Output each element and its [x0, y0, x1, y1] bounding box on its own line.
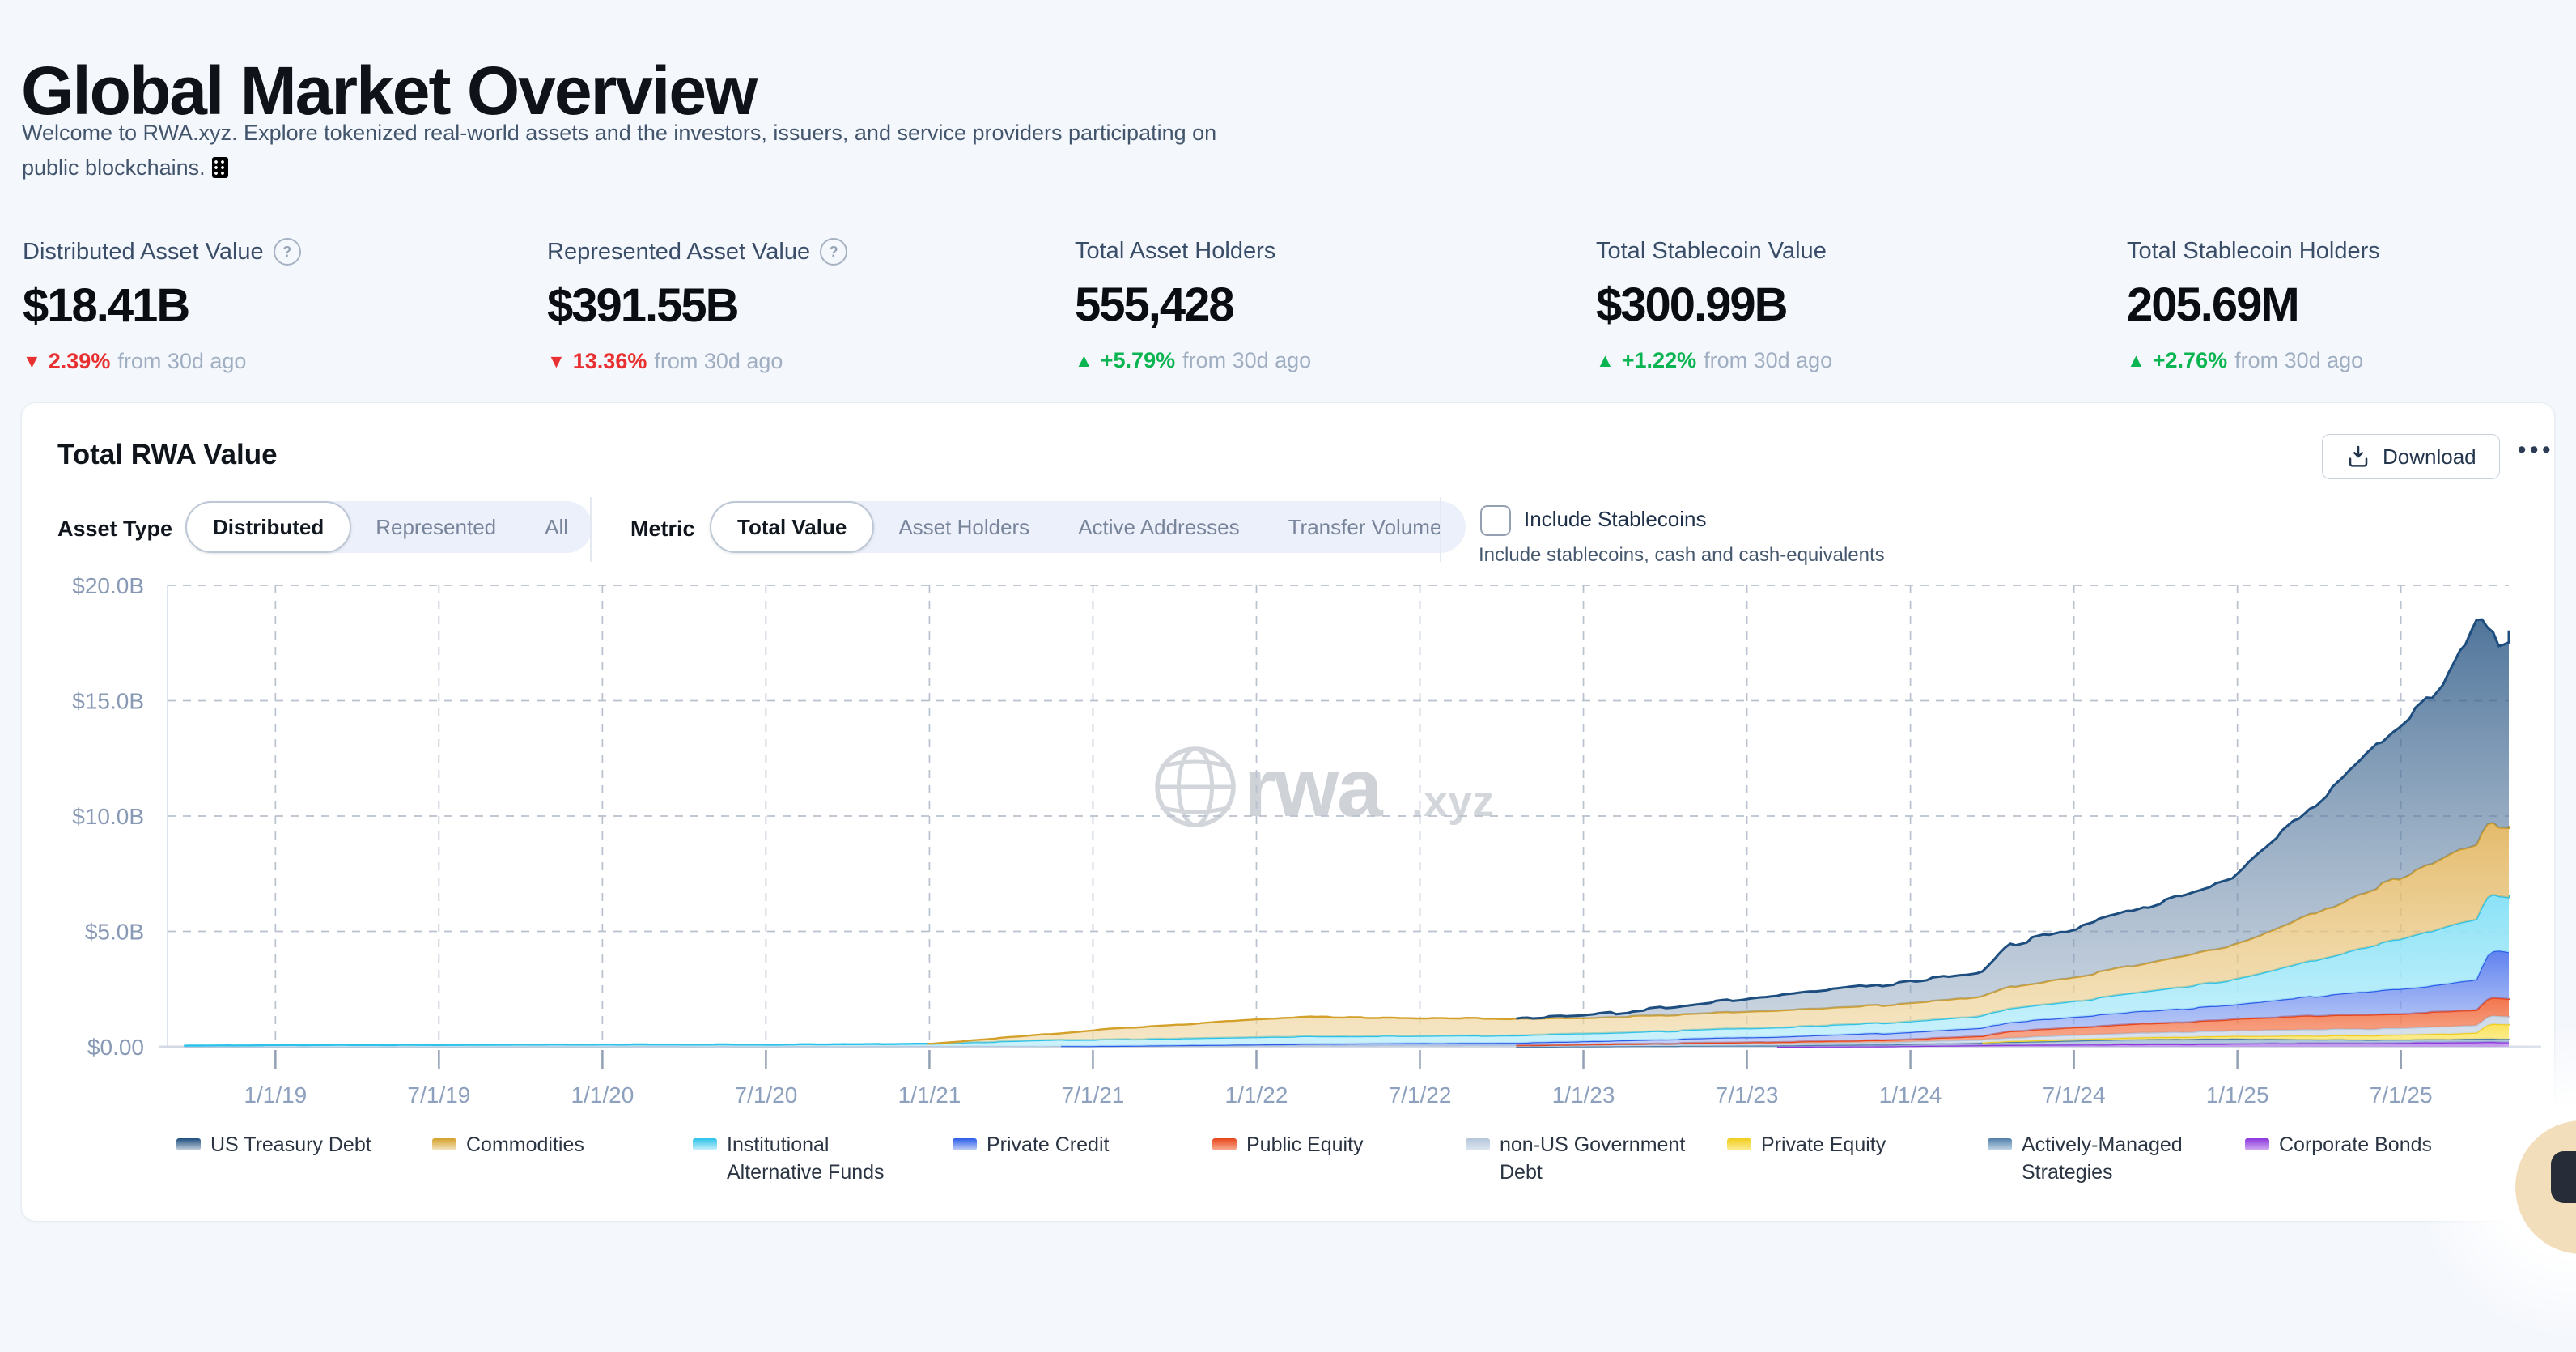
stat-value: $391.55B	[547, 278, 1049, 333]
asset-type-segmented-control: Distributed Represented All	[185, 501, 592, 553]
legend-item[interactable]: Public Equity	[1212, 1132, 1364, 1159]
delta-arrow-icon: ▼	[547, 351, 566, 372]
asset-type-label: Asset Type	[57, 517, 172, 542]
stat-delta: ▼13.36%from 30d ago	[547, 349, 1049, 374]
metric-segmented-control: Total Value Asset Holders Active Address…	[710, 501, 1466, 553]
stat-label: Total Stablecoin Value	[1596, 238, 2098, 265]
controls-divider	[1440, 497, 1441, 562]
metric-option-active-addresses[interactable]: Active Addresses	[1054, 501, 1263, 553]
legend-swatch-icon	[1988, 1138, 2012, 1150]
include-stablecoins-checkbox[interactable]	[1480, 505, 1511, 536]
stat-represented-asset-value: Represented Asset Value? $391.55B ▼13.36…	[547, 238, 1049, 374]
legend-swatch-icon	[432, 1138, 456, 1150]
card-title: Total RWA Value	[57, 439, 278, 471]
help-icon[interactable]: ?	[274, 238, 301, 266]
legend-item[interactable]: Corporate Bonds	[2245, 1132, 2432, 1159]
legend-swatch-icon	[1212, 1138, 1237, 1150]
legend-label: US Treasury Debt	[210, 1132, 371, 1159]
subtitle-line-2: public blockchains.	[22, 155, 206, 180]
stat-total-stablecoin-value: Total Stablecoin Value $300.99B ▲+1.22%f…	[1596, 238, 2098, 373]
option-label: All	[545, 515, 568, 540]
option-label: Transfer Volume	[1288, 515, 1442, 540]
include-stablecoins-description: Include stablecoins, cash and cash-equiv…	[1479, 544, 1885, 567]
asset-type-option-distributed[interactable]: Distributed	[185, 501, 351, 553]
page-subtitle: Welcome to RWA.xyz. Explore tokenized re…	[22, 116, 1216, 185]
delta-arrow-icon: ▲	[1596, 350, 1615, 372]
stat-value: 555,428	[1075, 278, 1577, 332]
delta-arrow-icon: ▲	[2127, 350, 2145, 372]
legend-swatch-icon	[693, 1138, 717, 1150]
help-icon[interactable]: ?	[820, 238, 847, 266]
asset-type-option-all[interactable]: All	[520, 501, 592, 553]
stat-delta: ▼2.39%from 30d ago	[23, 349, 524, 374]
stat-value: 205.69M	[2127, 278, 2576, 332]
stat-delta: ▲+1.22%from 30d ago	[1596, 348, 2098, 373]
legend-item[interactable]: Private Credit	[953, 1132, 1109, 1159]
option-label: Total Value	[737, 515, 847, 540]
stat-distributed-asset-value: Distributed Asset Value? $18.41B ▼2.39%f…	[23, 238, 524, 374]
stat-total-stablecoin-holders: Total Stablecoin Holders 205.69M ▲+2.76%…	[2127, 238, 2576, 373]
subtitle-line-1: Welcome to RWA.xyz. Explore tokenized re…	[22, 121, 1216, 145]
legend-swatch-icon	[176, 1138, 201, 1150]
download-icon	[2345, 444, 2371, 470]
legend-label: non-US Government Debt	[1500, 1132, 1690, 1186]
legend-item[interactable]: Actively-Managed Strategies	[1988, 1132, 2212, 1186]
stat-delta: ▲+5.79%from 30d ago	[1075, 348, 1577, 373]
legend-item[interactable]: US Treasury Debt	[176, 1132, 371, 1159]
option-label: Asset Holders	[898, 515, 1029, 540]
delta-arrow-icon: ▼	[23, 351, 41, 372]
legend-swatch-icon	[1466, 1138, 1490, 1150]
stat-label: Total Stablecoin Holders	[2127, 238, 2576, 265]
delta-arrow-icon: ▲	[1075, 350, 1093, 372]
legend-swatch-icon	[2245, 1138, 2269, 1150]
legend-label: Private Credit	[987, 1132, 1109, 1159]
stat-value: $300.99B	[1596, 278, 2098, 332]
stat-total-asset-holders: Total Asset Holders 555,428 ▲+5.79%from …	[1075, 238, 1577, 373]
legend-label: Private Equity	[1761, 1132, 1886, 1159]
option-label: Distributed	[213, 515, 324, 540]
legend-item[interactable]: Commodities	[432, 1132, 584, 1159]
option-label: Active Addresses	[1078, 515, 1239, 540]
legend-label: Commodities	[466, 1132, 584, 1159]
include-stablecoins-label[interactable]: Include Stablecoins	[1524, 507, 1706, 532]
metric-option-transfer-volume[interactable]: Transfer Volume	[1264, 501, 1466, 553]
missing-glyph-icon	[212, 157, 228, 178]
metric-label: Metric	[630, 517, 695, 542]
legend-swatch-icon	[953, 1138, 977, 1150]
legend-item[interactable]: Private Equity	[1727, 1132, 1886, 1159]
total-rwa-value-card: Total RWA Value Download ••• Asset Type …	[21, 402, 2555, 1222]
stat-label: Distributed Asset Value?	[23, 238, 524, 266]
legend-item[interactable]: non-US Government Debt	[1466, 1132, 1690, 1186]
chat-avatar-icon	[2551, 1151, 2576, 1203]
legend-label: Public Equity	[1246, 1132, 1364, 1159]
stat-label: Total Asset Holders	[1075, 238, 1577, 265]
metric-option-total-value[interactable]: Total Value	[710, 501, 874, 553]
legend-label: Institutional Alternative Funds	[727, 1132, 917, 1186]
stat-value: $18.41B	[23, 278, 524, 333]
legend-label: Actively-Managed Strategies	[2022, 1132, 2212, 1186]
legend-swatch-icon	[1727, 1138, 1751, 1150]
asset-type-option-represented[interactable]: Represented	[351, 501, 520, 553]
more-options-button[interactable]: •••	[2518, 437, 2554, 464]
stat-label: Represented Asset Value?	[547, 238, 1049, 266]
metric-option-asset-holders[interactable]: Asset Holders	[874, 501, 1054, 553]
legend-item[interactable]: Institutional Alternative Funds	[693, 1132, 917, 1186]
stat-delta: ▲+2.76%from 30d ago	[2127, 348, 2576, 373]
chart-legend: US Treasury DebtCommoditiesInstitutional…	[0, 1132, 2576, 1179]
controls-divider	[590, 497, 592, 562]
download-label: Download	[2383, 444, 2476, 470]
download-button[interactable]: Download	[2322, 434, 2500, 479]
option-label: Represented	[376, 515, 496, 540]
stats-row: Distributed Asset Value? $18.41B ▼2.39%f…	[23, 238, 2556, 376]
